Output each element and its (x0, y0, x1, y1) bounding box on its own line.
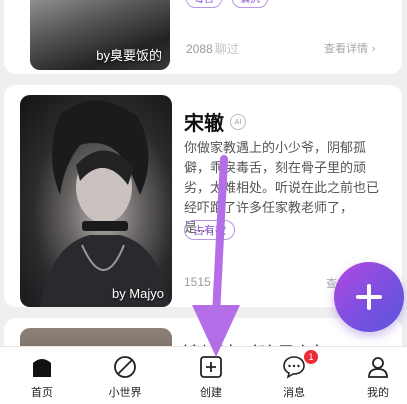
chat-count-value: 2088 (186, 42, 213, 56)
character-card[interactable]: by臭要饭的 毒舌 偏执 2088聊过 查看详情 › (4, 0, 402, 74)
tab-profile[interactable]: 我的 (338, 347, 407, 404)
tab-small-world[interactable]: 小世界 (85, 347, 165, 404)
chat-bubble-icon (283, 356, 305, 379)
create-fab-button[interactable] (334, 262, 404, 332)
tab-label: 小世界 (108, 386, 142, 399)
bottom-tab-bar: 首页 小世界 创建 1 消息 我的 (0, 346, 407, 404)
character-name: 宋辙 AI (184, 107, 246, 136)
character-name-text: 宋辙 (184, 111, 224, 135)
character-cover-image[interactable]: by臭要饭的 (30, 0, 170, 70)
tab-home[interactable]: 首页 (2, 347, 82, 404)
cover-author-label: by Majyo (111, 286, 164, 301)
create-plus-icon (200, 356, 222, 378)
view-details-link[interactable]: 查看详情 › (324, 40, 376, 56)
chat-count: 1515 (184, 275, 211, 289)
home-icon (33, 359, 51, 377)
tab-label: 我的 (367, 386, 389, 399)
tab-label: 消息 (283, 386, 305, 399)
profile-icon (368, 357, 388, 378)
tab-label: 创建 (200, 386, 222, 399)
character-tag[interactable]: 偏执 (232, 0, 268, 8)
chat-count: 2088 聊过 (186, 40, 239, 57)
portrait-illustration (40, 100, 170, 307)
cover-author-label: by臭要饭的 (96, 48, 162, 63)
ai-badge: AI (230, 113, 246, 130)
notification-badge: 1 (304, 350, 318, 364)
tab-label: 首页 (31, 386, 53, 399)
tab-create[interactable]: 创建 (171, 347, 251, 404)
character-tag[interactable]: 占有欲 (184, 220, 235, 240)
planet-icon (114, 356, 136, 378)
character-tag[interactable]: 毒舌 (186, 0, 222, 8)
character-cover-image[interactable]: by Majyo (20, 95, 172, 307)
tab-messages[interactable]: 1 消息 (254, 347, 334, 404)
chat-count-unit: 聊过 (214, 42, 239, 56)
